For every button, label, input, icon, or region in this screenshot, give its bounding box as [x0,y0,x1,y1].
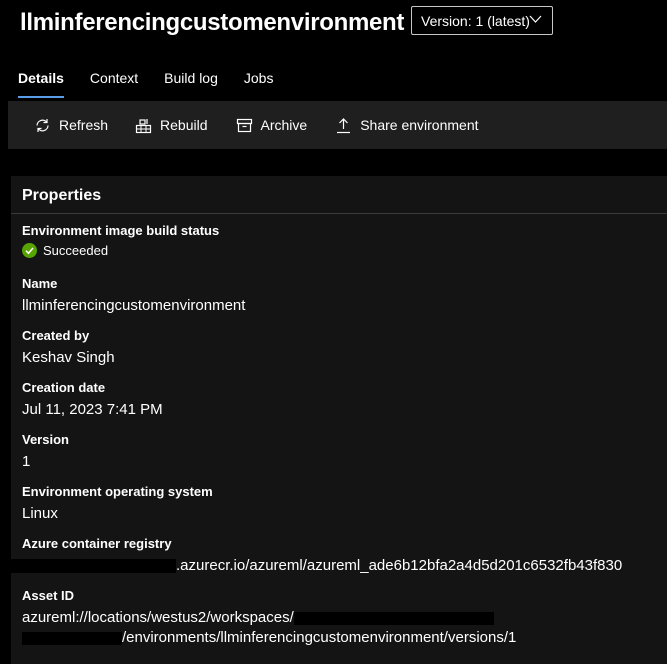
archive-label: Archive [260,117,308,133]
archive-icon [236,118,252,132]
name-label: Name [22,276,58,291]
created-by-field: Created by Keshav Singh [22,328,115,368]
chevron-down-icon [529,15,542,23]
page-title: llminferencingcustomenvironment [20,9,405,36]
name-value: llminferencingcustomenvironment [22,297,246,314]
share-icon [337,117,351,133]
version-dropdown[interactable]: Version: 1 (latest) [411,6,553,35]
asset-id-field: Asset ID azureml://locations/westus2/wor… [22,588,516,648]
asset-id-line2-row: /environments/llminferencingcustomenviro… [22,628,516,648]
command-toolbar: Refresh Rebuild Archive Share environmen… [8,101,667,149]
created-by-value: Keshav Singh [22,349,115,366]
redaction-mark [293,611,494,625]
rebuild-icon [135,118,152,133]
os-field: Environment operating system Linux [22,484,213,524]
name-field: Name llminferencingcustomenvironment [22,276,245,316]
asset-id-label: Asset ID [22,588,75,603]
rebuild-button[interactable]: Rebuild [135,117,208,134]
tab-build-log[interactable]: Build log [164,70,218,98]
acr-label: Azure container registry [22,536,172,551]
version-value: 1 [22,453,31,470]
rebuild-label: Rebuild [160,117,208,133]
version-label: Version [22,432,69,447]
redaction-mark [22,631,122,645]
creation-date-label: Creation date [22,380,106,395]
refresh-icon [36,118,49,132]
success-check-icon [22,243,37,258]
creation-date-field: Creation date Jul 11, 2023 7:41 PM [22,380,163,420]
tab-details[interactable]: Details [18,70,64,98]
acr-value-row: .azurecr.io/azureml/azureml_ade6b12bfa2a… [8,556,622,576]
properties-title: Properties [22,187,102,204]
archive-button[interactable]: Archive [236,117,308,134]
creation-date-value: Jul 11, 2023 7:41 PM [22,401,163,418]
page-header: llminferencingcustomenvironment [20,7,404,39]
tab-context[interactable]: Context [90,70,138,98]
build-status-value: Succeeded [43,243,109,258]
os-label: Environment operating system [22,484,213,499]
build-status-field: Environment image build status Succeeded [22,223,219,258]
acr-field: Azure container registry .azurecr.io/azu… [8,536,622,576]
refresh-button[interactable]: Refresh [34,117,108,134]
version-field: Version 1 [22,432,69,472]
created-by-label: Created by [22,328,90,343]
tab-bar: Details Context Build log Jobs [18,70,299,98]
share-environment-button[interactable]: Share environment [335,117,479,134]
share-label: Share environment [360,117,479,133]
os-value: Linux [22,505,58,522]
version-dropdown-label: Version: 1 (latest) [421,12,530,29]
properties-panel: Properties Environment image build statu… [8,176,667,664]
refresh-label: Refresh [59,117,109,133]
asset-id-line2: /environments/llminferencingcustomenviro… [122,629,517,646]
properties-header: Properties [11,176,667,214]
asset-id-line1-row: azureml://locations/westus2/workspaces/ [22,608,516,628]
build-status: Succeeded [22,243,219,258]
asset-id-line1: azureml://locations/westus2/workspaces/ [22,609,294,626]
tab-jobs[interactable]: Jobs [244,70,274,98]
build-status-label: Environment image build status [22,223,220,238]
redaction-mark [8,559,176,574]
acr-value: .azurecr.io/azureml/azureml_ade6b12bfa2a… [176,557,623,574]
